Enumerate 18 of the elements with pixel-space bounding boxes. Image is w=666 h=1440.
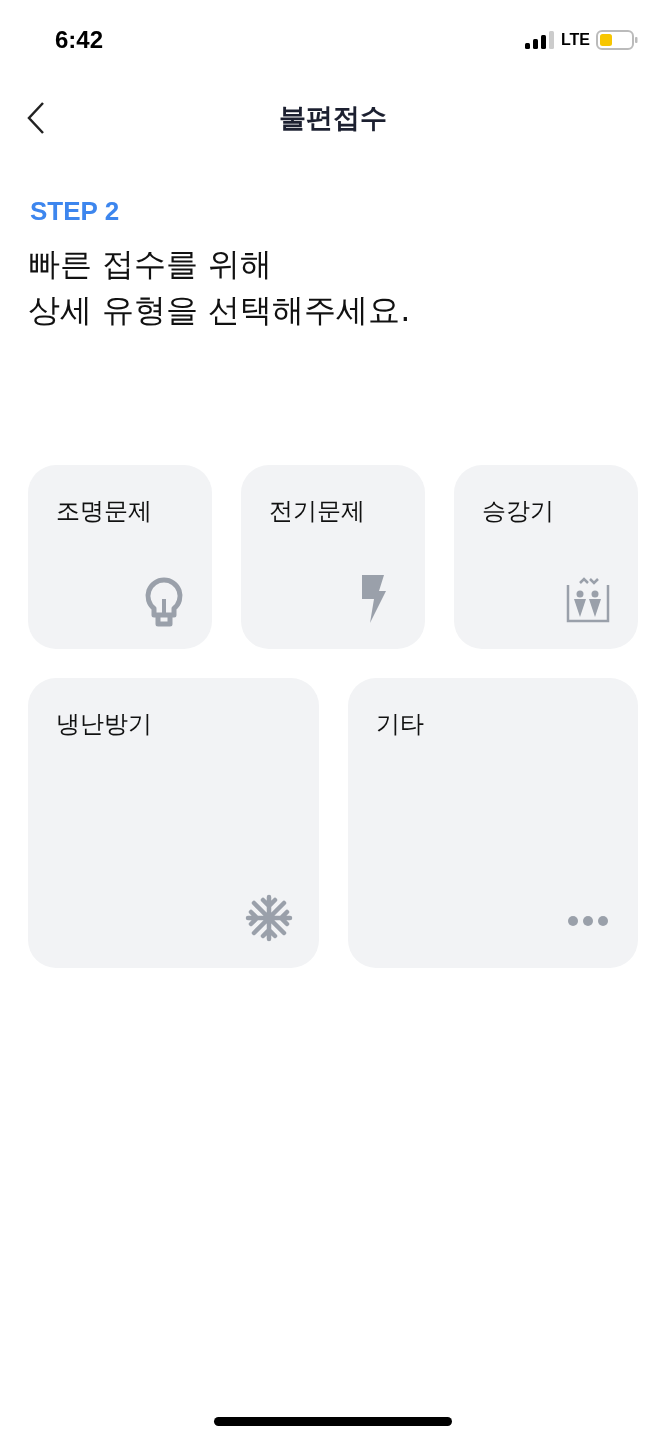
elevator-icon xyxy=(566,577,610,623)
network-label: LTE xyxy=(560,31,590,49)
category-card[interactable]: 승강기 xyxy=(454,465,638,649)
category-card[interactable]: 전기문제 xyxy=(241,465,425,649)
headline: 상세 유형을 선택해주세요. xyxy=(28,290,412,331)
category-card[interactable]: 기타 xyxy=(347,678,638,968)
signal-icon xyxy=(524,31,555,49)
page-title: 불편접수 xyxy=(279,101,387,135)
headline: 빠른 접수를 위해 xyxy=(28,244,274,285)
lightning-icon xyxy=(361,575,387,623)
status-time: 6:42 xyxy=(55,26,104,54)
step-label: STEP 2 xyxy=(30,196,121,227)
category-card[interactable]: 냉난방기 xyxy=(28,678,319,968)
battery-icon xyxy=(596,30,638,50)
more-icon xyxy=(568,916,608,926)
snowflake-icon xyxy=(244,894,293,942)
category-card[interactable]: 조명문제 xyxy=(28,465,212,649)
lightbulb-icon xyxy=(144,577,184,627)
